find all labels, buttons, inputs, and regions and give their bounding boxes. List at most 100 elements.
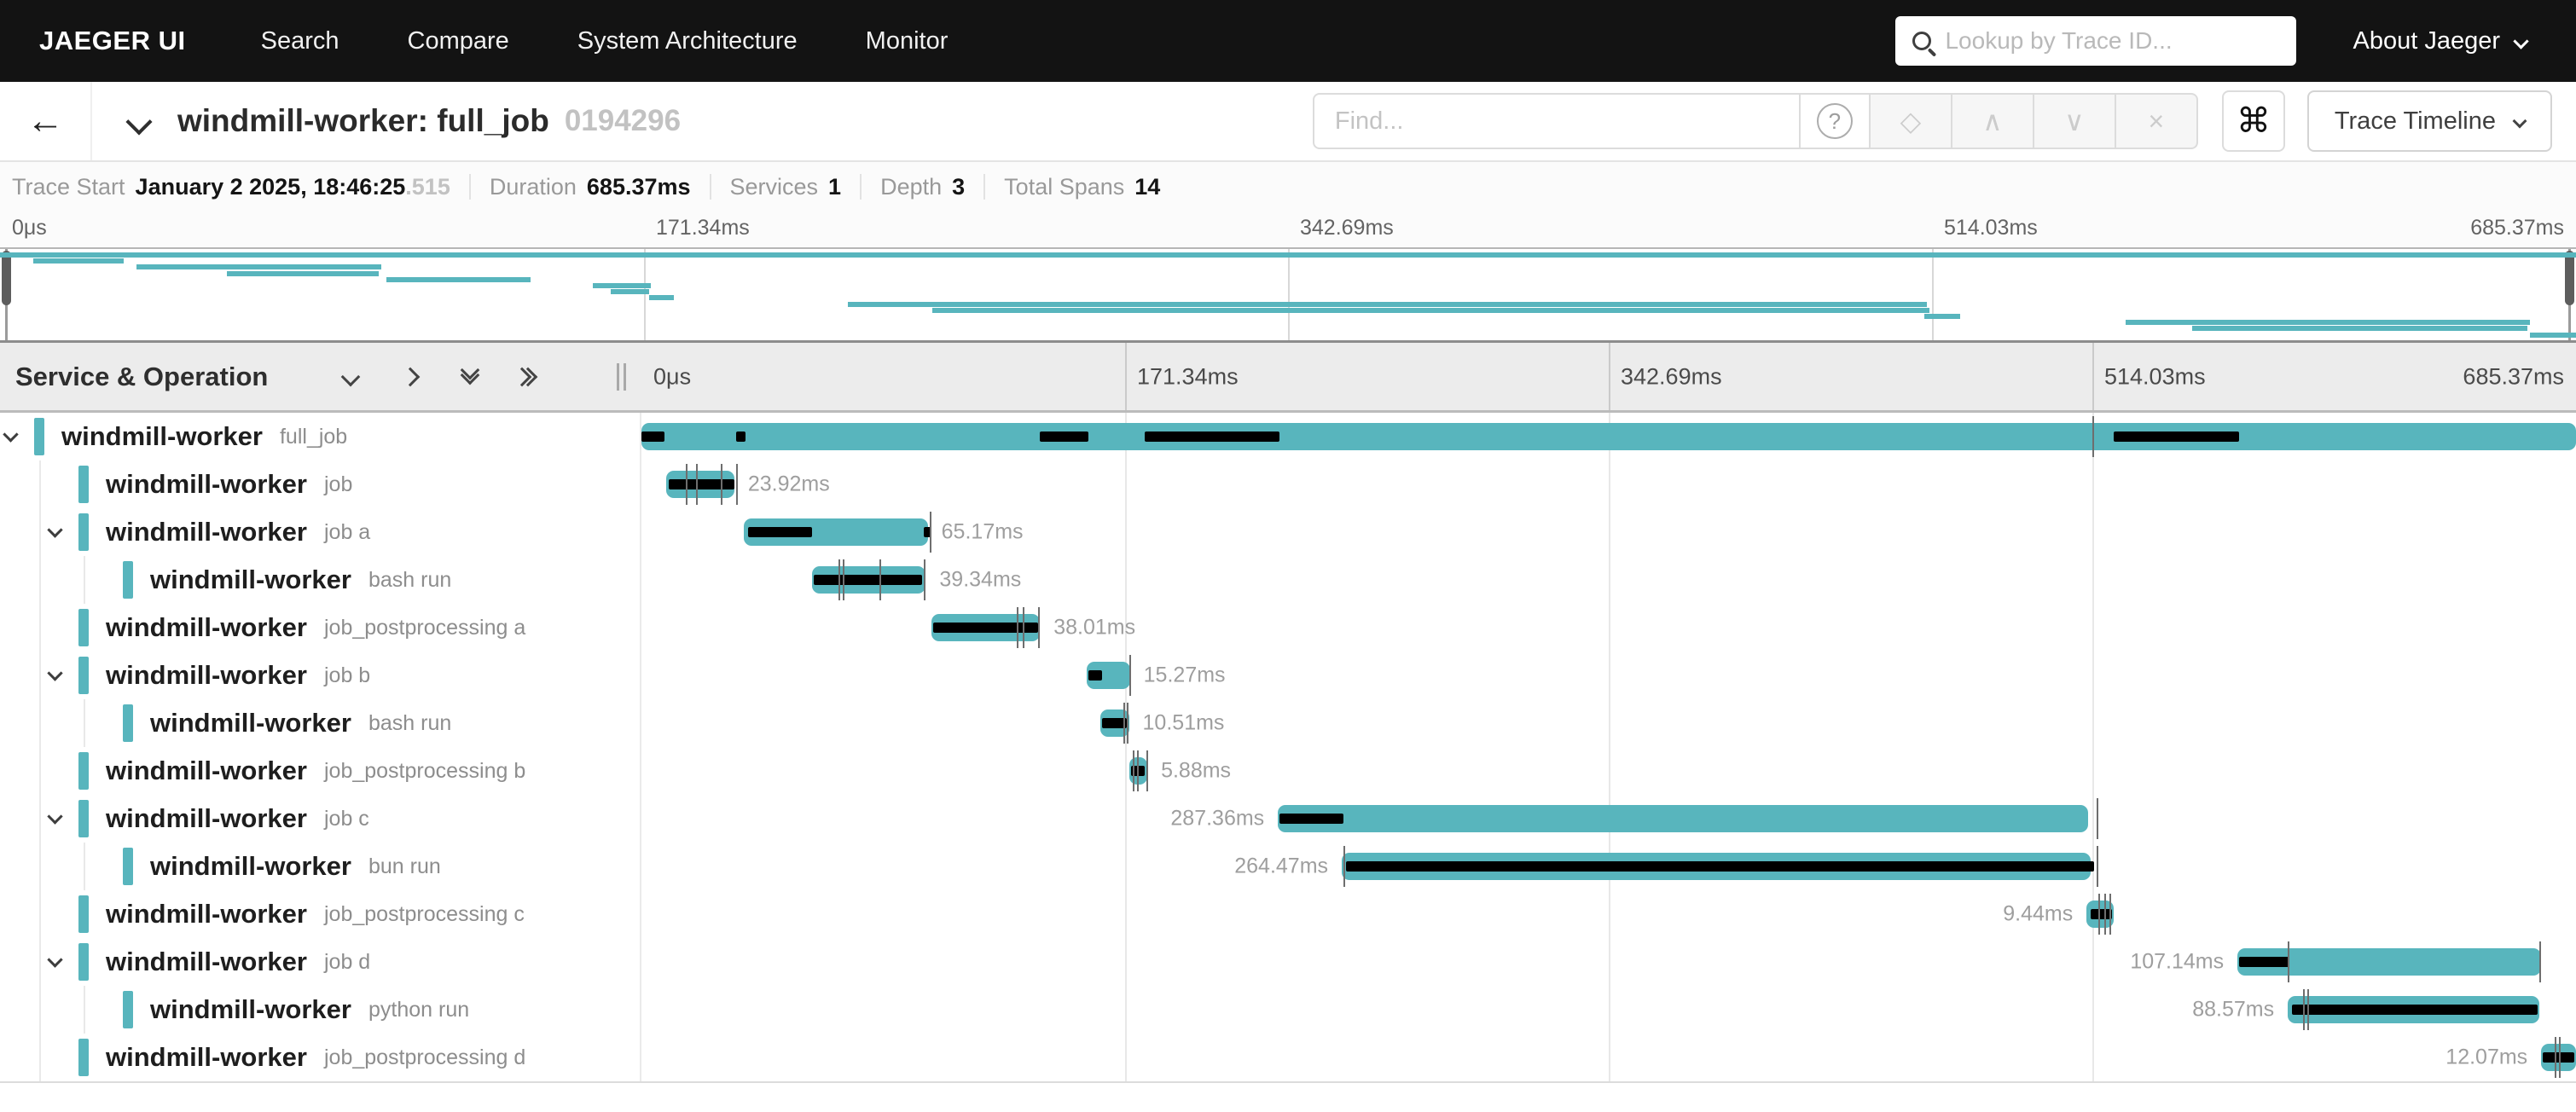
- expand-one-icon[interactable]: [401, 367, 421, 386]
- total-spans-value: 14: [1134, 174, 1160, 200]
- service-name: windmill-worker: [106, 1042, 307, 1073]
- span-collapse-toggle[interactable]: [49, 954, 61, 970]
- clear-search-button[interactable]: ×: [2116, 93, 2198, 149]
- chevron-down-icon: [2513, 114, 2527, 129]
- span-gantt-row[interactable]: 287.36ms: [641, 795, 2576, 843]
- span-tick-mark: [2109, 894, 2111, 935]
- services-value: 1: [828, 174, 841, 200]
- span-duration-label: 264.47ms: [1234, 854, 1328, 879]
- span-gantt-row[interactable]: 10.51ms: [641, 699, 2576, 747]
- span-gantt-row[interactable]: 15.27ms: [641, 652, 2576, 699]
- trace-minimap[interactable]: [0, 247, 2576, 343]
- span-name-row[interactable]: windmill-workerfull_job: [0, 413, 640, 460]
- span-gantt-row[interactable]: [641, 413, 2576, 460]
- operation-name: job_postprocessing a: [324, 616, 525, 640]
- indent-guide: [39, 508, 41, 556]
- span-name-row[interactable]: windmill-workerjob_postprocessing b: [0, 747, 640, 795]
- nav-item-monitor[interactable]: Monitor: [866, 27, 949, 55]
- span-name-row[interactable]: windmill-workerbash run: [0, 699, 640, 747]
- focus-icon: ◇: [1900, 105, 1922, 137]
- service-color-bar: [78, 943, 89, 981]
- span-tick-mark: [1038, 607, 1040, 648]
- span-name-row[interactable]: windmill-workerbash run: [0, 556, 640, 604]
- operation-name: job d: [324, 950, 370, 975]
- span-tick-mark: [2539, 941, 2541, 982]
- back-button[interactable]: ←: [0, 82, 92, 160]
- column-resizer[interactable]: [617, 363, 626, 391]
- minimap-left-grip[interactable]: [2, 251, 11, 305]
- span-name-row[interactable]: windmill-workerjob c: [0, 795, 640, 843]
- critical-path-segment: [1279, 814, 1343, 824]
- minimap-gridline: [1932, 249, 1934, 340]
- span-name-row[interactable]: windmill-workerjob d: [0, 938, 640, 986]
- span-gantt-row[interactable]: 9.44ms: [641, 890, 2576, 938]
- critical-path-segment: [1040, 431, 1088, 442]
- minimap-gridline: [644, 249, 646, 340]
- span-name-row[interactable]: windmill-workerjob b: [0, 652, 640, 699]
- span-name-row[interactable]: windmill-workerpython run: [0, 986, 640, 1034]
- trace-id-lookup-input[interactable]: [1945, 27, 2279, 55]
- prev-match-button[interactable]: ∧: [1952, 93, 2034, 149]
- service-name: windmill-worker: [106, 899, 307, 930]
- next-match-button[interactable]: ∨: [2034, 93, 2116, 149]
- minimap-span-bar: [0, 252, 2576, 258]
- critical-path-segment: [1346, 861, 2095, 872]
- span-collapse-toggle[interactable]: [5, 429, 16, 444]
- minimap-right-grip[interactable]: [2565, 251, 2574, 305]
- divider: [983, 174, 985, 200]
- span-gantt-row[interactable]: 39.34ms: [641, 556, 2576, 604]
- span-name-row[interactable]: windmill-workerjob: [0, 460, 640, 508]
- span-duration-label: 88.57ms: [2192, 998, 2274, 1022]
- span-bar[interactable]: [641, 423, 2576, 450]
- span-gantt-row[interactable]: 5.88ms: [641, 747, 2576, 795]
- span-collapse-toggle[interactable]: [49, 668, 61, 683]
- trace-header-collapse-toggle[interactable]: [130, 113, 148, 136]
- duration-label: Duration: [490, 174, 577, 200]
- span-tick-mark: [696, 464, 698, 505]
- nav-item-system-architecture[interactable]: System Architecture: [577, 27, 798, 55]
- span-collapse-toggle[interactable]: [49, 811, 61, 826]
- span-name-row[interactable]: windmill-workerbun run: [0, 843, 640, 890]
- span-collapse-toggle[interactable]: [49, 524, 61, 540]
- span-name-row[interactable]: windmill-workerjob_postprocessing a: [0, 604, 640, 652]
- find-field[interactable]: [1313, 93, 1801, 149]
- span-tick-mark: [1127, 703, 1128, 744]
- trace-start-millis: .515: [405, 174, 450, 200]
- tick-label: 171.34ms: [656, 216, 750, 240]
- span-name-row[interactable]: windmill-workerjob a: [0, 508, 640, 556]
- nav-item-compare[interactable]: Compare: [408, 27, 509, 55]
- span-duration-label: 9.44ms: [2003, 902, 2073, 927]
- service-color-bar: [78, 466, 89, 503]
- find-input[interactable]: [1335, 107, 1778, 136]
- span-gantt-row[interactable]: 38.01ms: [641, 604, 2576, 652]
- span-gantt-row[interactable]: 107.14ms: [641, 938, 2576, 986]
- tick-label: 685.37ms: [2463, 363, 2564, 390]
- focus-match-button[interactable]: ◇: [1871, 93, 1952, 149]
- span-gantt-row[interactable]: 88.57ms: [641, 986, 2576, 1034]
- operation-name: job a: [324, 520, 370, 545]
- about-jaeger-menu[interactable]: About Jaeger: [2353, 27, 2527, 55]
- expand-all-icon[interactable]: [523, 370, 535, 384]
- find-help-button[interactable]: ?: [1801, 93, 1871, 149]
- span-gantt-row[interactable]: 65.17ms: [641, 508, 2576, 556]
- span-tick-mark: [1123, 703, 1125, 744]
- span-name-row[interactable]: windmill-workerjob_postprocessing d: [0, 1034, 640, 1081]
- span-tick-mark: [1133, 750, 1134, 791]
- span-gantt-row[interactable]: 12.07ms: [641, 1034, 2576, 1081]
- trace-id-lookup[interactable]: [1895, 16, 2296, 66]
- chevron-down-icon: [47, 522, 62, 537]
- trace-view-selector[interactable]: Trace Timeline: [2307, 90, 2552, 152]
- span-name-row[interactable]: windmill-workerjob_postprocessing c: [0, 890, 640, 938]
- span-bar[interactable]: [1278, 805, 2088, 832]
- span-gantt-row[interactable]: 264.47ms: [641, 843, 2576, 890]
- nav-item-search[interactable]: Search: [261, 27, 339, 55]
- span-gantt-row[interactable]: 23.92ms: [641, 460, 2576, 508]
- minimap-span-bar: [848, 302, 1927, 307]
- service-color-bar: [78, 752, 89, 790]
- close-icon: ×: [2149, 106, 2165, 137]
- collapse-one-icon[interactable]: [341, 367, 361, 386]
- keyboard-shortcuts-button[interactable]: ⌘: [2222, 90, 2285, 152]
- indent-guide: [39, 1034, 41, 1081]
- collapse-all-icon[interactable]: [463, 372, 477, 382]
- critical-path-segment: [736, 431, 746, 442]
